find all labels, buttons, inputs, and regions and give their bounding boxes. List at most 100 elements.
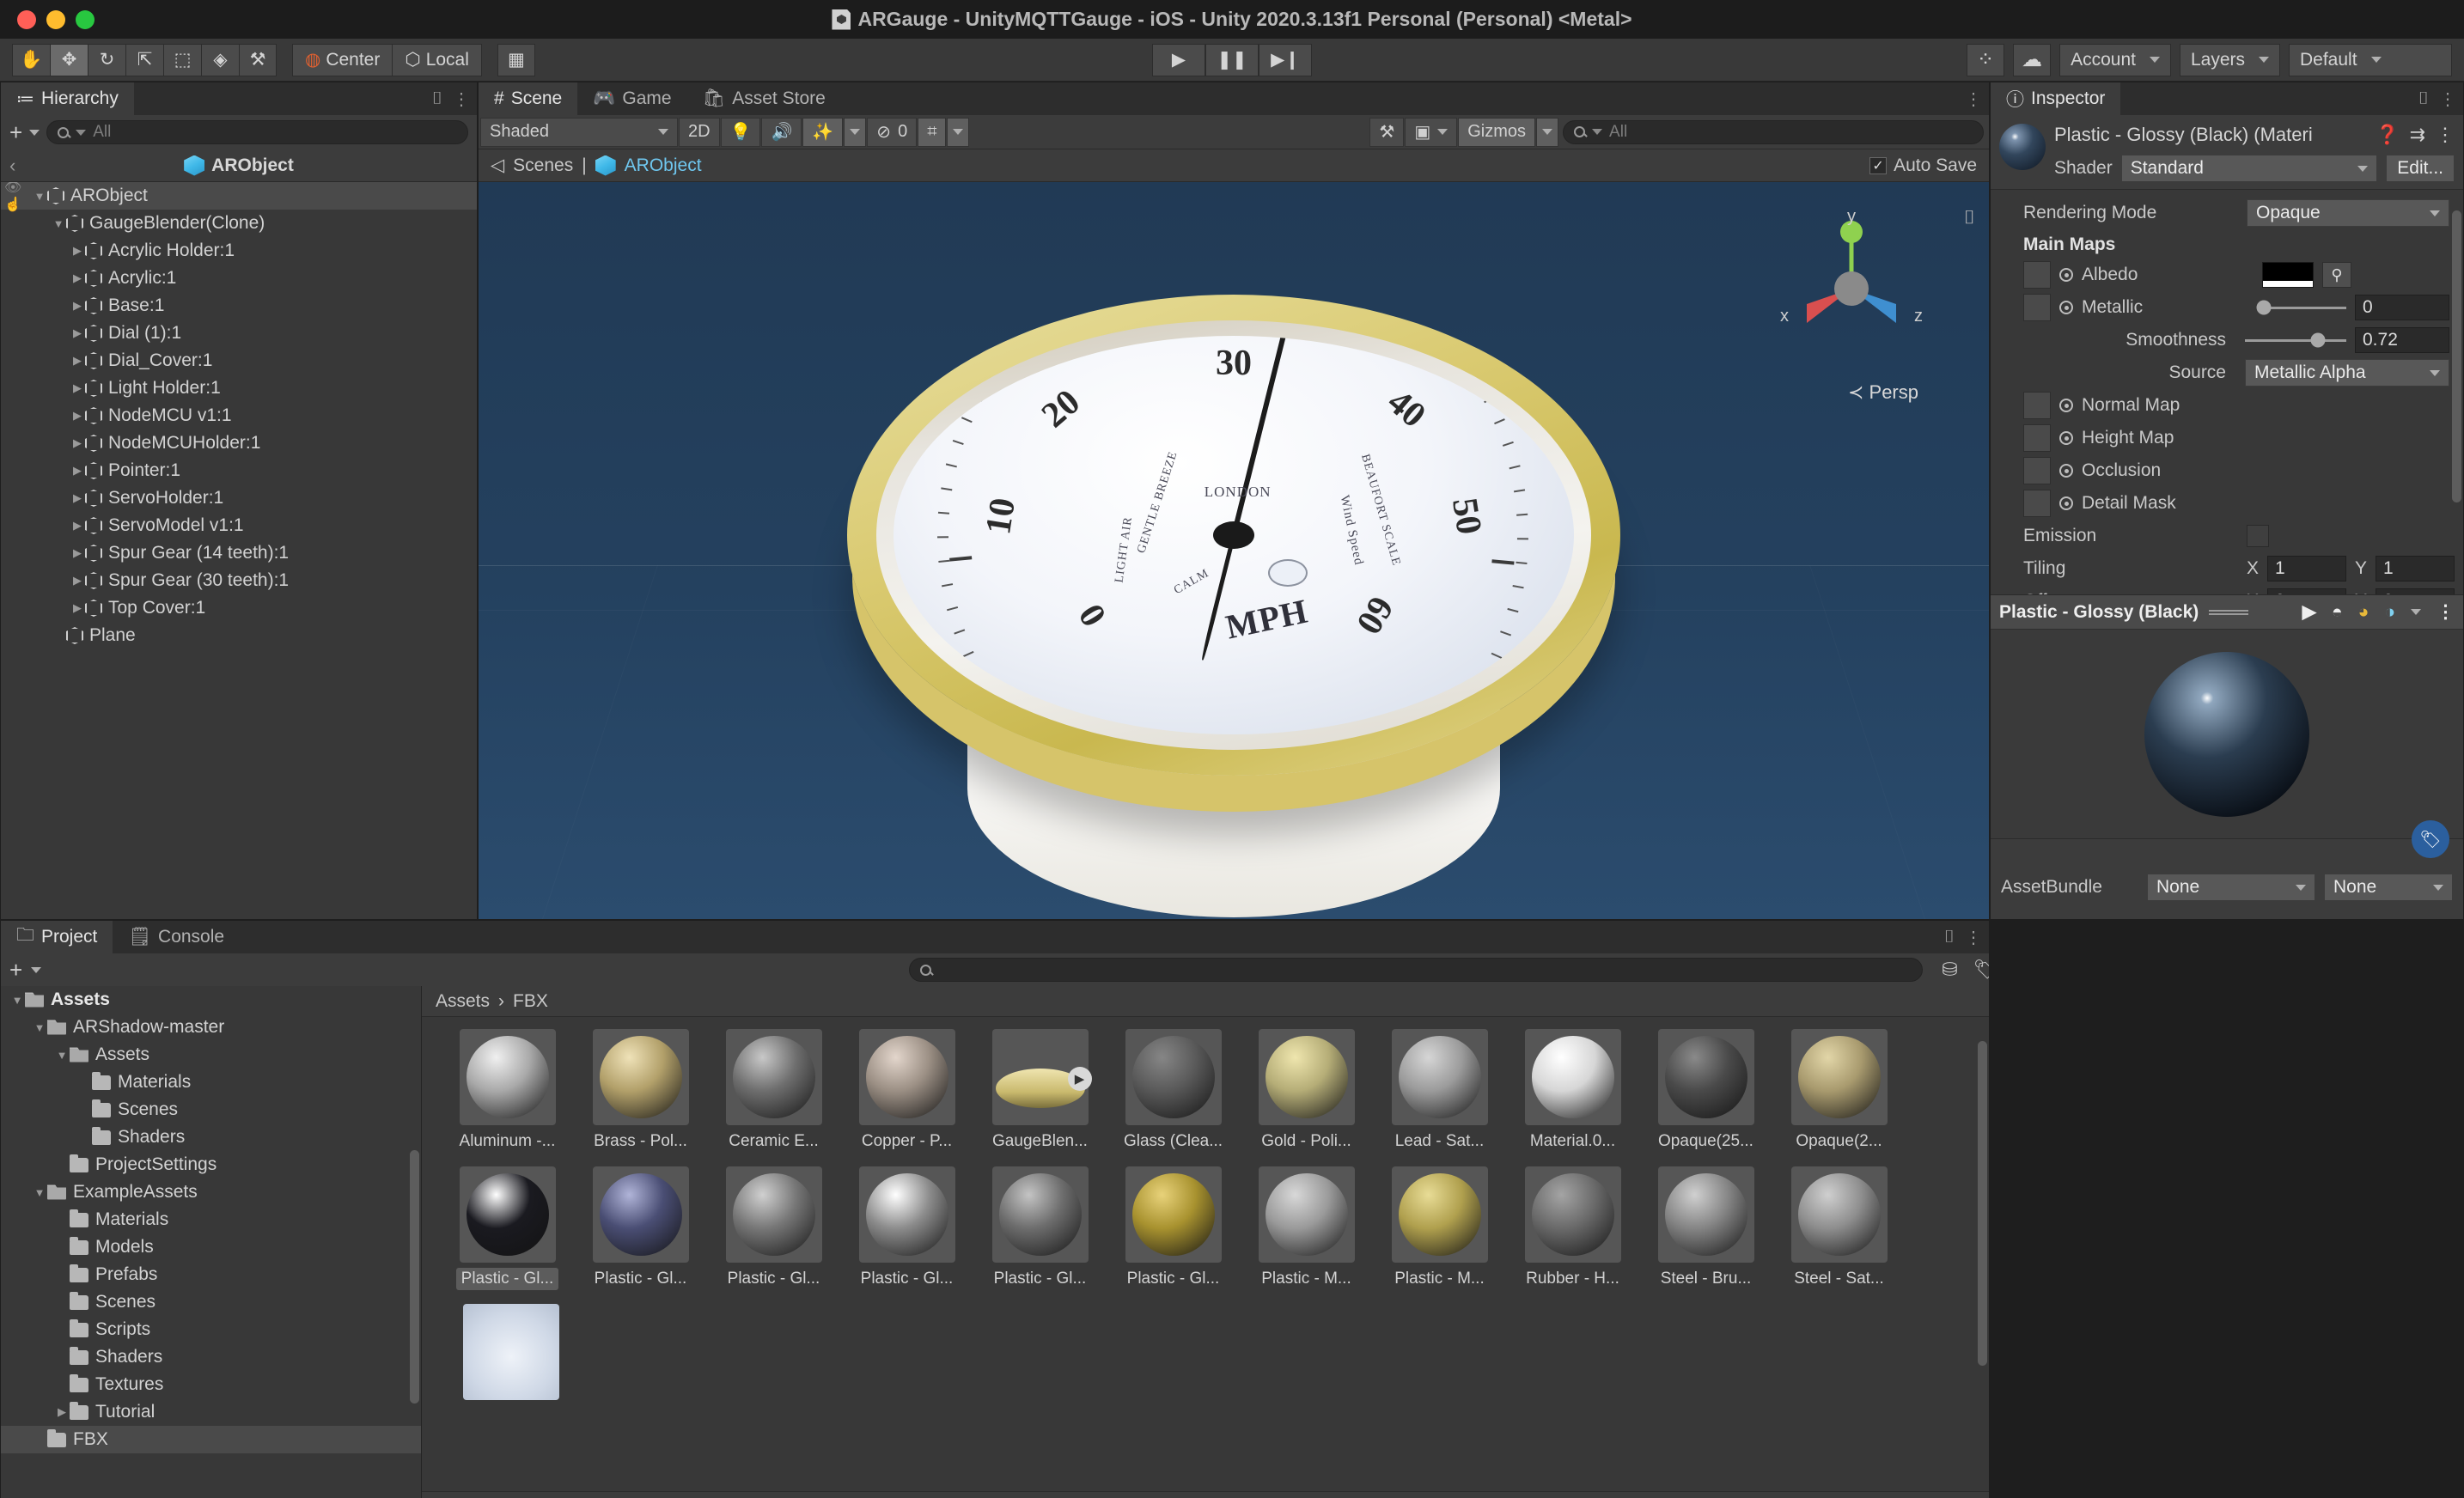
tab-scene[interactable]: # Scene (479, 82, 578, 115)
chevron-right-icon[interactable]: ▶ (70, 574, 85, 588)
chevron-down-icon[interactable] (31, 966, 42, 973)
height-map-texture-slot[interactable] (2023, 424, 2051, 452)
offset-y-field[interactable]: 0 (2376, 588, 2455, 594)
asset-item[interactable]: Glass (Clea... (1107, 1029, 1240, 1153)
metallic-texture-slot[interactable] (2023, 294, 2051, 321)
hierarchy-item[interactable]: Plane (1, 622, 477, 649)
rendering-mode-dropdown[interactable]: Opaque (2247, 199, 2449, 227)
hierarchy-item[interactable]: ▶ Light Holder:1 (1, 374, 477, 402)
filter-by-type-icon[interactable]: ⛁ (1942, 959, 1957, 981)
gizmos-toggle-button[interactable]: Gizmos (1458, 117, 1536, 147)
chevron-down-icon[interactable]: ▼ (9, 994, 25, 1007)
chevron-right-icon[interactable]: ▶ (70, 244, 85, 258)
asset-grid[interactable]: Aluminum -... Brass - Pol... Ceramic E... C… (422, 1017, 1989, 1491)
asset-item[interactable]: Ceramic E... (707, 1029, 840, 1153)
add-gameobject-button[interactable]: + (9, 121, 22, 143)
scene-audio-toggle[interactable]: 🔊 (761, 117, 802, 147)
project-tree-item[interactable]: ▼ ExampleAssets (1, 1178, 421, 1206)
chevron-down-icon[interactable]: ▼ (51, 217, 66, 230)
move-tool-button[interactable]: ✥ (50, 43, 88, 76)
chevron-right-icon[interactable]: ▶ (70, 299, 85, 313)
chevron-down-icon[interactable] (29, 129, 40, 136)
gauge-3d-model[interactable]: MPH LONDON BEAUFORT SCALE Wind Speed GEN… (718, 213, 1749, 918)
asset-item[interactable] (444, 1304, 577, 1400)
scene-view-axis-gizmo[interactable]: y x z (1766, 203, 1937, 374)
pivot-rotation-button[interactable]: ⬡ Local (392, 43, 482, 76)
metallic-value-field[interactable]: 0 (2355, 295, 2449, 320)
project-folder-tree[interactable]: ▼ Assets ▼ ARShadow-master ▼ Assets Materials S… (1, 986, 422, 1498)
kebab-menu-icon[interactable]: ⋮ (1965, 88, 1982, 110)
rect-tool-button[interactable]: ⬚ (163, 43, 201, 76)
grid-snap-icon[interactable]: ▦ (497, 43, 535, 76)
hierarchy-item[interactable]: ▶ NodeMCU v1:1 (1, 402, 477, 429)
preview-lighting-icon[interactable]: ◕ (2358, 602, 2369, 623)
project-tree-item[interactable]: Prefabs (1, 1261, 421, 1288)
detail-mask-texture-slot[interactable] (2023, 490, 2051, 517)
assetbundle-variant-dropdown[interactable]: None (2324, 874, 2453, 901)
scale-tool-button[interactable]: ⇱ (125, 43, 163, 76)
height-map-radio-icon[interactable] (2059, 431, 2073, 445)
asset-item[interactable]: Material.0... (1506, 1029, 1639, 1153)
asset-item[interactable]: Plastic - Gl... (707, 1166, 840, 1290)
project-tree-item[interactable]: ▼ Assets (1, 986, 421, 1014)
asset-item[interactable]: Lead - Sat... (1373, 1029, 1506, 1153)
smoothness-value-field[interactable]: 0.72 (2355, 327, 2449, 353)
smoothness-slider[interactable] (2245, 327, 2346, 353)
chevron-right-icon[interactable]: ▶ (70, 436, 85, 450)
asset-item[interactable]: Steel - Sat... (1772, 1166, 1906, 1290)
kebab-menu-icon[interactable]: ⋮ (2439, 88, 2456, 110)
chevron-down-icon[interactable] (2411, 609, 2421, 615)
chevron-down-icon[interactable]: ▼ (32, 1186, 47, 1199)
project-tree-item[interactable]: Scripts (1, 1316, 421, 1343)
project-tree-item[interactable]: Scenes (1, 1096, 421, 1124)
lock-icon[interactable]: ⌷ (1944, 928, 1955, 947)
project-tree-item[interactable]: Scenes (1, 1288, 421, 1316)
transform-tool-button[interactable]: ◈ (201, 43, 239, 76)
project-tree-item[interactable]: ▼ ARShadow-master (1, 1014, 421, 1041)
detail-mask-radio-icon[interactable] (2059, 496, 2073, 510)
create-asset-button[interactable]: + (9, 959, 22, 981)
hand-tool-button[interactable]: ✋ (12, 43, 50, 76)
autosave-checkbox[interactable]: ✓ (1869, 156, 1888, 174)
albedo-radio-icon[interactable] (2059, 268, 2073, 282)
hierarchy-item[interactable]: ▼ GaugeBlender(Clone) (1, 210, 477, 237)
asset-item[interactable]: Gold - Poli... (1240, 1029, 1373, 1153)
hierarchy-item[interactable]: ▶ Dial (1):1 (1, 320, 477, 347)
play-button[interactable]: ▶ (1152, 43, 1205, 76)
normal-map-texture-slot[interactable] (2023, 392, 2051, 419)
chevron-right-icon[interactable]: ▶ (70, 464, 85, 478)
scene-fx-dropdown[interactable] (844, 117, 867, 147)
asset-item[interactable]: Copper - P... (840, 1029, 973, 1153)
chevron-right-icon[interactable]: ▶ (70, 326, 85, 340)
gizmos-dropdown[interactable] (1536, 117, 1559, 147)
albedo-color-field[interactable] (2262, 262, 2314, 288)
asset-item[interactable]: Steel - Bru... (1639, 1166, 1772, 1290)
services-button[interactable]: ⁘ (1967, 43, 2005, 76)
rotate-tool-button[interactable]: ↻ (88, 43, 125, 76)
custom-editor-tool-button[interactable]: ⚒ (239, 43, 277, 76)
lock-icon[interactable]: ⌷ (432, 89, 442, 109)
hierarchy-item[interactable]: ▶ ServoModel v1:1 (1, 512, 477, 539)
hierarchy-item[interactable]: 👁 ☝ ▼ ARObject (1, 182, 477, 213)
visibility-toggle-icons[interactable]: 👁 ☝ (1, 182, 32, 213)
draw-mode-dropdown[interactable]: Shaded (480, 117, 678, 147)
preset-icon[interactable]: ⇉ (2410, 124, 2425, 146)
project-tree-item[interactable]: Textures (1, 1371, 421, 1398)
project-tree-item[interactable]: ProjectSettings (1, 1151, 421, 1178)
hierarchy-search-input[interactable]: All (46, 120, 468, 144)
chevron-right-icon[interactable]: ▶ (70, 546, 85, 560)
2d-toggle-button[interactable]: 2D (679, 117, 720, 147)
scene-hidden-objects-button[interactable]: ⊘ 0 (867, 117, 918, 147)
scene-gizmo-lock-icon[interactable]: ⌷ (1964, 206, 1975, 228)
asset-item[interactable]: Plastic - M... (1240, 1166, 1373, 1290)
scene-tools-button[interactable]: ⚒ (1369, 117, 1405, 147)
material-preview-viewport[interactable] (1991, 629, 2463, 838)
hierarchy-tree[interactable]: 👁 ☝ ▼ ARObject ▼ GaugeBlender(Clone) ▶ Acrylic… (1, 182, 477, 919)
emission-checkbox[interactable] (2247, 525, 2269, 547)
project-tree-item[interactable]: Shaders (1, 1124, 421, 1151)
chevron-right-icon[interactable]: ▶ (70, 491, 85, 505)
scene-lighting-toggle[interactable]: 💡 (720, 117, 761, 147)
chevron-right-icon[interactable]: ▶ (70, 271, 85, 285)
asset-preview-play-icon[interactable]: ▶ (1067, 1067, 1092, 1091)
tab-game[interactable]: 🎮 Game (577, 82, 687, 115)
